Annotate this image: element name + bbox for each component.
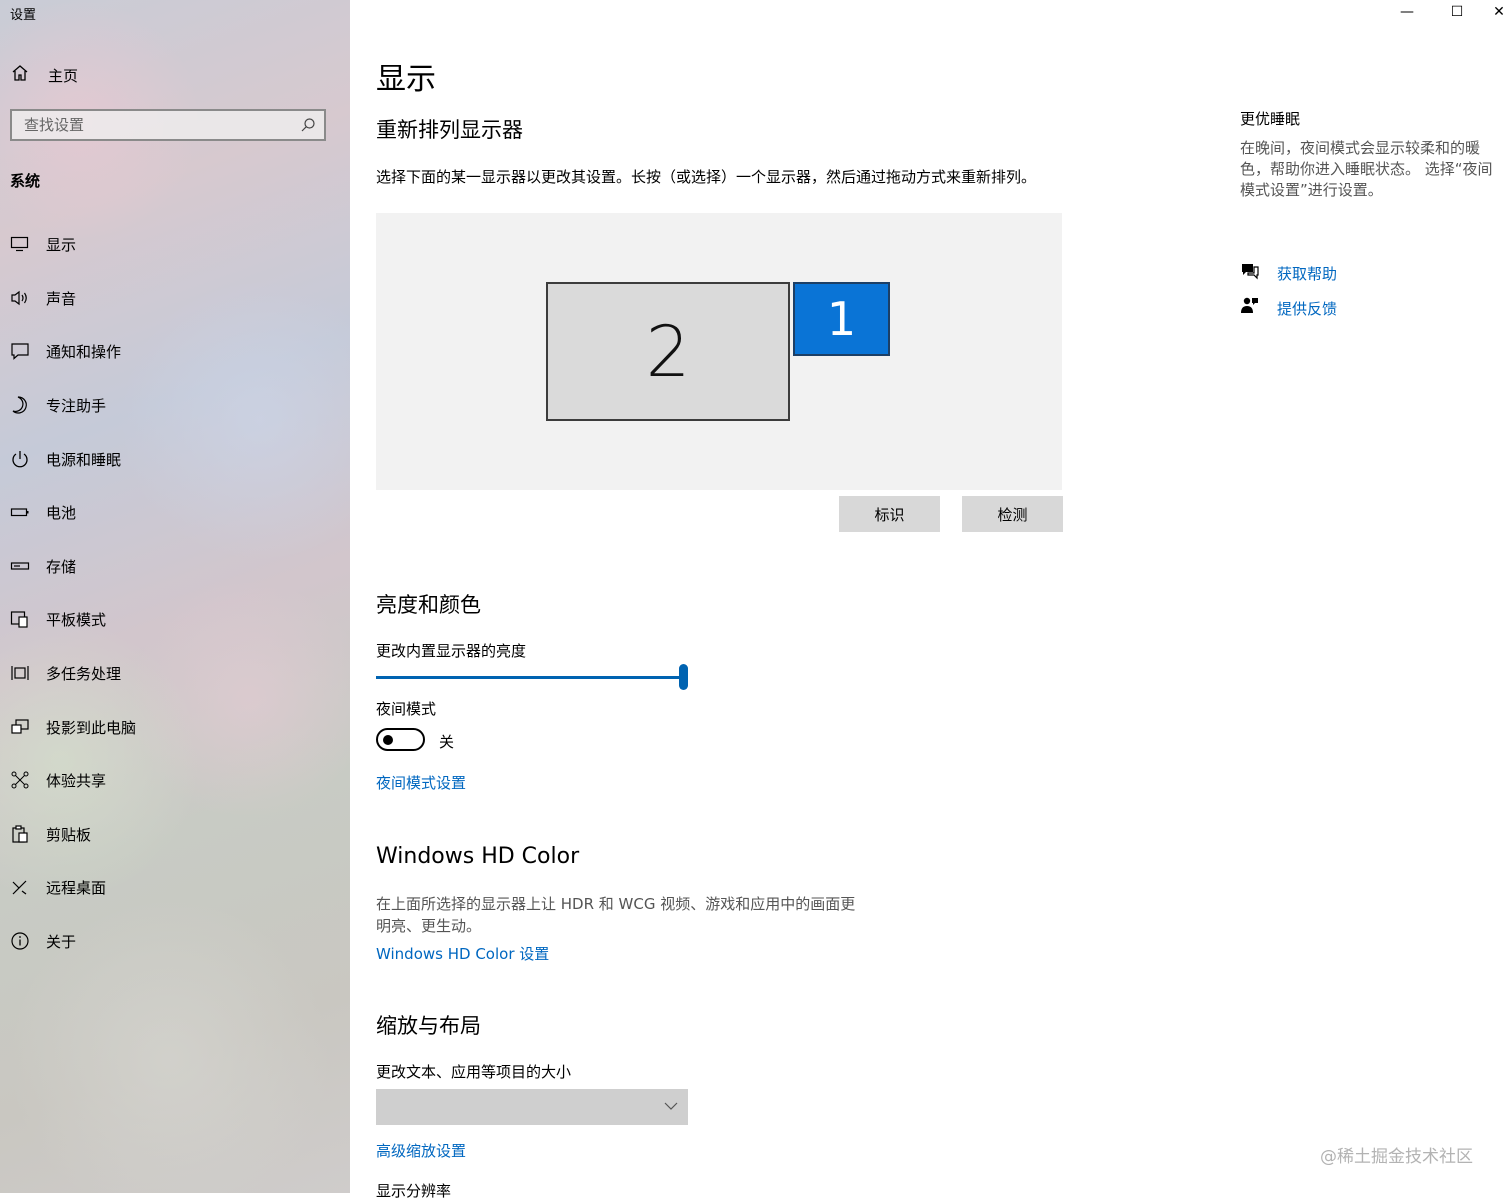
scale-dropdown[interactable] <box>376 1089 688 1125</box>
sidebar-item-label: 体验共享 <box>46 771 107 790</box>
sleep-desc-line3: 模式设置”进行设置。 <box>1240 181 1383 199</box>
chat-help-icon <box>1240 261 1260 285</box>
sidebar-item-label: 显示 <box>46 235 77 254</box>
search-box[interactable] <box>10 109 326 141</box>
night-mode-label: 夜间模式 <box>376 700 437 718</box>
advanced-scaling-link[interactable]: 高级缩放设置 <box>376 1140 466 1161</box>
sidebar-item-clipboard[interactable]: 剪贴板 <box>10 823 91 845</box>
sidebar-item-label: 声音 <box>46 289 77 308</box>
night-mode-state: 关 <box>439 733 455 751</box>
share-icon <box>10 770 30 790</box>
sidebar-item-label: 投影到此电脑 <box>46 718 137 737</box>
sidebar-item-display[interactable]: 显示 <box>10 233 76 255</box>
power-icon <box>10 449 30 469</box>
sidebar-item-battery[interactable]: 电池 <box>10 501 76 523</box>
sidebar-item-multitask[interactable]: 多任务处理 <box>10 662 121 684</box>
scale-size-label: 更改文本、应用等项目的大小 <box>376 1063 572 1081</box>
sidebar-item-label: 远程桌面 <box>46 878 107 897</box>
brightness-title: 亮度和颜色 <box>376 593 481 617</box>
sidebar-item-share[interactable]: 体验共享 <box>10 769 106 791</box>
feedback-person-icon <box>1240 296 1260 320</box>
speaker-icon <box>10 288 30 308</box>
sleep-title: 更优睡眠 <box>1240 110 1301 128</box>
brightness-slider[interactable] <box>376 664 688 690</box>
sidebar-item-label: 存储 <box>46 557 77 576</box>
battery-icon <box>10 502 30 522</box>
monitor-2[interactable]: 2 <box>546 282 790 421</box>
hdr-settings-link[interactable]: Windows HD Color 设置 <box>376 943 549 964</box>
minimize-button[interactable]: — <box>1387 0 1427 24</box>
hdr-title: Windows HD Color <box>376 844 580 869</box>
info-icon <box>10 931 30 951</box>
clipboard-icon <box>10 824 30 844</box>
hdr-description-line1: 在上面所选择的显示器上让 HDR 和 WCG 视频、游戏和应用中的画面更 <box>376 895 856 913</box>
slider-track <box>376 676 680 679</box>
slider-thumb[interactable] <box>679 664 688 690</box>
sidebar: 设置 主页 系统 显示 声音 通知和操作 专注助手 电源和睡眠 电池 存储 <box>0 0 350 1193</box>
sidebar-item-label: 电源和睡眠 <box>46 450 122 469</box>
sidebar-home[interactable]: 主页 <box>10 64 78 86</box>
close-button[interactable]: ✕ <box>1486 0 1512 24</box>
sidebar-item-label: 剪贴板 <box>46 825 92 844</box>
sidebar-item-project[interactable]: 投影到此电脑 <box>10 716 136 738</box>
get-help-link[interactable]: 获取帮助 <box>1277 263 1337 284</box>
sleep-desc-line1: 在晚间，夜间模式会显示较柔和的暖 <box>1240 139 1481 157</box>
page-title: 显示 <box>376 62 436 97</box>
app-title: 设置 <box>10 8 37 23</box>
project-icon <box>10 717 30 737</box>
storage-icon <box>10 556 30 576</box>
sidebar-item-notifications[interactable]: 通知和操作 <box>10 340 121 362</box>
sidebar-item-remote[interactable]: 远程桌面 <box>10 876 106 898</box>
moon-icon <box>10 395 30 415</box>
hdr-description-line2: 明亮、更生动。 <box>376 917 482 935</box>
remote-icon <box>10 877 30 897</box>
rearrange-title: 重新排列显示器 <box>376 118 523 142</box>
detect-button[interactable]: 检测 <box>962 496 1063 532</box>
home-icon <box>10 63 30 87</box>
feedback-row[interactable]: 提供反馈 <box>1240 296 1337 320</box>
scale-title: 缩放与布局 <box>376 1014 481 1038</box>
sidebar-section-title: 系统 <box>10 172 41 190</box>
feedback-link[interactable]: 提供反馈 <box>1277 298 1337 319</box>
rearrange-description: 选择下面的某一显示器以更改其设置。长按（或选择）一个显示器，然后通过拖动方式来重… <box>376 168 1037 186</box>
night-mode-toggle[interactable] <box>376 728 425 751</box>
night-mode-settings-link[interactable]: 夜间模式设置 <box>376 772 466 793</box>
sidebar-home-label: 主页 <box>48 66 79 85</box>
multitask-icon <box>10 663 30 683</box>
brightness-label: 更改内置显示器的亮度 <box>376 642 527 660</box>
chevron-down-icon <box>664 1098 678 1117</box>
notification-icon <box>10 341 30 361</box>
toggle-knob <box>383 735 393 745</box>
watermark-text: @稀土掘金技术社区 <box>1320 1147 1473 1167</box>
search-icon[interactable] <box>300 117 316 137</box>
get-help-row[interactable]: 获取帮助 <box>1240 261 1337 285</box>
sidebar-item-tablet[interactable]: 平板模式 <box>10 608 106 630</box>
sidebar-item-label: 多任务处理 <box>46 664 122 683</box>
monitor-1-selected[interactable]: 1 <box>793 282 890 356</box>
sidebar-item-label: 专注助手 <box>46 396 107 415</box>
sleep-desc-line2: 色，帮助你进入睡眠状态。 选择“夜间 <box>1240 160 1493 178</box>
sidebar-item-sound[interactable]: 声音 <box>10 287 76 309</box>
identify-button[interactable]: 标识 <box>839 496 940 532</box>
sidebar-item-label: 关于 <box>46 932 77 951</box>
sidebar-item-about[interactable]: 关于 <box>10 930 76 952</box>
sidebar-item-storage[interactable]: 存储 <box>10 555 76 577</box>
sidebar-item-focus[interactable]: 专注助手 <box>10 394 106 416</box>
maximize-button[interactable]: ☐ <box>1437 0 1477 24</box>
sidebar-item-label: 平板模式 <box>46 610 107 629</box>
monitor-icon <box>10 234 30 254</box>
tablet-icon <box>10 609 30 629</box>
sidebar-item-label: 电池 <box>46 503 77 522</box>
sidebar-item-power[interactable]: 电源和睡眠 <box>10 448 121 470</box>
search-input[interactable] <box>12 111 294 139</box>
resolution-label: 显示分辨率 <box>376 1182 452 1200</box>
monitor-arrangement-area[interactable]: 2 1 <box>376 213 1062 490</box>
sidebar-item-label: 通知和操作 <box>46 342 122 361</box>
